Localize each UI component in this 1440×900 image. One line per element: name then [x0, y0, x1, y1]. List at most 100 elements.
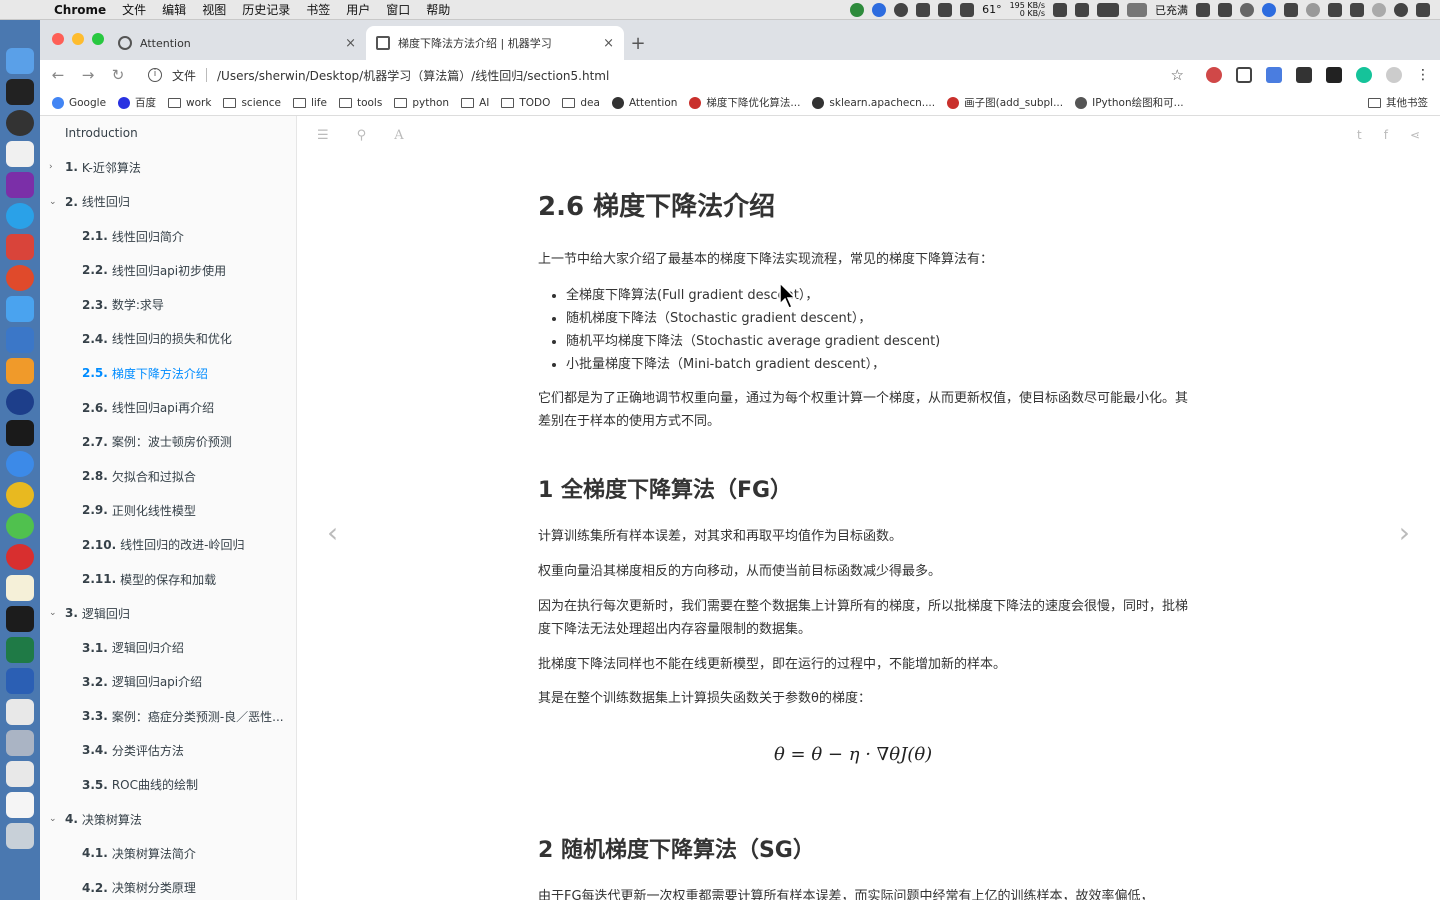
- grid-icon[interactable]: [938, 2, 953, 17]
- trash-icon[interactable]: [6, 823, 34, 849]
- screen-app-icon[interactable]: [6, 327, 34, 353]
- panel-icon[interactable]: [1218, 2, 1232, 17]
- toc-item[interactable]: 3.3. 案例：癌症分类预测-良／恶性...: [40, 699, 296, 733]
- wechat-app-icon[interactable]: [6, 513, 34, 539]
- toc-item[interactable]: › 1. K-近邻算法: [40, 150, 296, 184]
- chevron-right-icon[interactable]: ›: [49, 162, 53, 172]
- prev-page-icon[interactable]: ‹: [327, 516, 338, 549]
- toc-item[interactable]: 4.2. 决策树分类原理: [40, 871, 296, 900]
- toc-item[interactable]: 2.1. 线性回归简介: [40, 219, 296, 253]
- toc-item[interactable]: ⌄ 2. 线性回归: [40, 185, 296, 219]
- tab-close-icon[interactable]: ×: [345, 36, 356, 51]
- tab-gradient-descent[interactable]: 梯度下降法方法介绍 | 机器学习 ×: [366, 26, 624, 60]
- pycharm-app-icon[interactable]: [6, 606, 34, 632]
- bookmark-status-icon[interactable]: [1075, 2, 1089, 17]
- clock-icon[interactable]: [1394, 2, 1408, 17]
- bookmark-folder[interactable]: life: [292, 97, 327, 109]
- word-app-icon[interactable]: [6, 668, 34, 694]
- menu-file[interactable]: 文件: [114, 1, 154, 18]
- x-extension-icon[interactable]: [1296, 67, 1312, 83]
- reload-icon[interactable]: ↻: [110, 66, 126, 84]
- window-icon[interactable]: [916, 2, 931, 17]
- sublime-app-icon[interactable]: [6, 358, 34, 384]
- profile-avatar[interactable]: [1386, 67, 1402, 83]
- toc-item[interactable]: 3.5. ROC曲线的绘制: [40, 768, 296, 802]
- toc-item[interactable]: 4.1. 决策树算法简介: [40, 836, 296, 870]
- address-bar[interactable]: i 文件 /Users/sherwin/Desktop/机器学习（算法篇）/线性…: [140, 62, 1192, 88]
- toc-item[interactable]: ⌄ 3. 逻辑回归: [40, 596, 296, 630]
- window-app-icon[interactable]: [6, 761, 34, 787]
- text-editor-app-icon[interactable]: [6, 141, 34, 167]
- tab-attention[interactable]: Attention ×: [108, 26, 366, 60]
- bookmark-folder[interactable]: python: [394, 97, 449, 109]
- bookmark-folder[interactable]: work: [168, 97, 211, 109]
- toc-item[interactable]: 2.7. 案例：波士顿房价预测: [40, 425, 296, 459]
- toc-item[interactable]: 2.10. 线性回归的改进-岭回归: [40, 528, 296, 562]
- toc-item[interactable]: ⌄ 4. 决策树算法: [40, 802, 296, 836]
- dark-extension-icon[interactable]: [1326, 67, 1342, 83]
- display-icon[interactable]: [1196, 2, 1210, 17]
- next-page-icon[interactable]: ›: [1399, 516, 1410, 549]
- document-app-icon[interactable]: [6, 792, 34, 818]
- paw-app-icon[interactable]: [6, 296, 34, 322]
- activity-app-icon[interactable]: [6, 420, 34, 446]
- toc-item[interactable]: 2.9. 正则化线性模型: [40, 493, 296, 527]
- facebook-icon[interactable]: f: [1384, 128, 1388, 142]
- url-text[interactable]: /Users/sherwin/Desktop/机器学习（算法篇）/线性回归/se…: [217, 67, 1161, 84]
- toc-item[interactable]: Introduction: [40, 116, 296, 150]
- tab-close-icon[interactable]: ×: [603, 36, 614, 51]
- terminal-app-icon[interactable]: [6, 79, 34, 105]
- bookmark-site[interactable]: sklearn.apachecn....: [812, 96, 935, 109]
- bookmark-folder[interactable]: TODO: [501, 97, 550, 109]
- app-menu[interactable]: Chrome: [46, 3, 114, 17]
- vpn-icon[interactable]: [872, 2, 887, 17]
- toc-item[interactable]: 3.2. 逻辑回归api介绍: [40, 665, 296, 699]
- siri-icon[interactable]: [1262, 2, 1276, 17]
- toggle-sidebar-icon[interactable]: ☰: [317, 128, 329, 143]
- bookmark-folder[interactable]: tools: [338, 97, 382, 109]
- jh-extension-icon[interactable]: [1266, 67, 1282, 83]
- search-icon[interactable]: [1240, 2, 1254, 17]
- toc-item[interactable]: 2.11. 模型的保存和加载: [40, 562, 296, 596]
- share-icon[interactable]: ⋖: [1410, 128, 1420, 142]
- netease-app-icon[interactable]: [6, 544, 34, 570]
- menu-view[interactable]: 视图: [194, 1, 234, 18]
- grammarly-extension-icon[interactable]: [1356, 67, 1372, 83]
- toc-item[interactable]: 2.4. 线性回归的损失和优化: [40, 322, 296, 356]
- minimize-window-button[interactable]: [72, 33, 84, 45]
- menu-bookmarks[interactable]: 书签: [298, 1, 338, 18]
- cpu-graph-icon[interactable]: [1097, 2, 1119, 17]
- zoom-window-button[interactable]: [92, 33, 104, 45]
- volume-icon[interactable]: [1328, 2, 1342, 17]
- screenshot-app-icon[interactable]: [6, 730, 34, 756]
- menu-history[interactable]: 历史记录: [234, 1, 298, 18]
- star-icon[interactable]: ☆: [1171, 66, 1184, 84]
- new-tab-button[interactable]: +: [624, 26, 652, 60]
- chrome-app-icon[interactable]: [6, 482, 34, 508]
- forward-icon[interactable]: →: [80, 66, 96, 84]
- bookmark-folder[interactable]: AI: [461, 97, 489, 109]
- search-icon[interactable]: ⚲: [357, 128, 367, 143]
- toc-item[interactable]: 2.3. 数学:求导: [40, 287, 296, 321]
- menu-window[interactable]: 窗口: [378, 1, 418, 18]
- notes-app-icon[interactable]: [6, 575, 34, 601]
- other-bookmarks[interactable]: 其他书签: [1368, 95, 1428, 110]
- notification-center-icon[interactable]: [1416, 2, 1430, 17]
- bookmark-folder[interactable]: dea: [562, 97, 600, 109]
- toc-item[interactable]: 2.2. 线性回归api初步使用: [40, 253, 296, 287]
- toc-item[interactable]: 2.6. 线性回归api再介绍: [40, 390, 296, 424]
- cloud-app-icon[interactable]: [6, 234, 34, 260]
- chevron-down-icon[interactable]: ⌄: [49, 608, 57, 618]
- quicktime-app-icon[interactable]: [6, 389, 34, 415]
- wifi-icon[interactable]: [1306, 2, 1320, 17]
- upload-icon[interactable]: [850, 2, 865, 17]
- menu-help[interactable]: 帮助: [418, 1, 458, 18]
- bookmark-folder[interactable]: science: [223, 97, 281, 109]
- onenote-app-icon[interactable]: [6, 172, 34, 198]
- g-app-icon[interactable]: [6, 265, 34, 291]
- battery-icon[interactable]: [1127, 2, 1147, 17]
- excel-app-icon[interactable]: [6, 637, 34, 663]
- preview-app-icon[interactable]: [6, 699, 34, 725]
- twitter-icon[interactable]: t: [1357, 128, 1362, 142]
- bookmark-site[interactable]: 梯度下降优化算法...: [689, 95, 800, 110]
